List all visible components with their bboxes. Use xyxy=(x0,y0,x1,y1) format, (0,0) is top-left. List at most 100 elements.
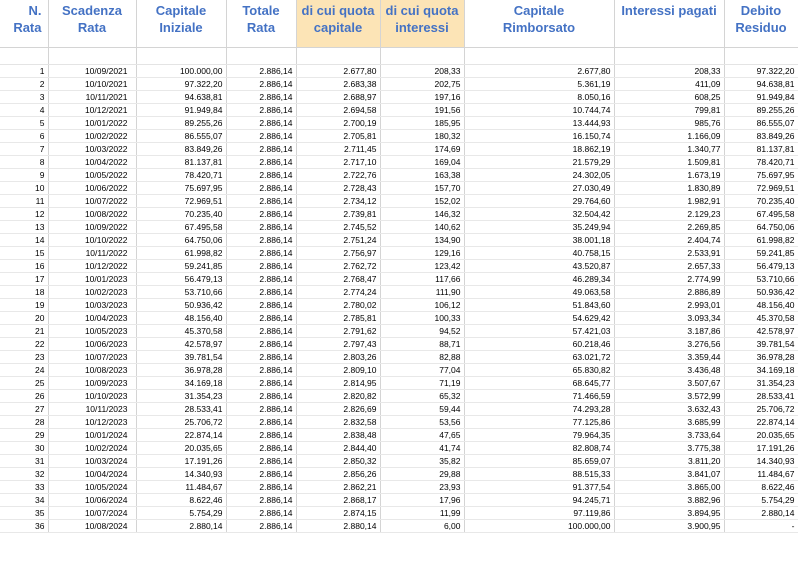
table-cell[interactable]: 22 xyxy=(0,337,49,351)
table-row[interactable]: 18 10/02/2023 53.710,66 2.886,14 2.774,24 111… xyxy=(0,285,798,299)
table-cell[interactable]: 45.370,58 xyxy=(724,311,798,325)
table-cell[interactable]: 17.191,26 xyxy=(724,441,798,455)
table-cell[interactable]: 77.125,86 xyxy=(464,415,615,429)
table-cell[interactable]: 10/12/2021 xyxy=(48,103,137,117)
table-row[interactable]: 20 10/04/2023 48.156,40 2.886,14 2.785,81 100… xyxy=(0,311,798,325)
table-cell[interactable]: 27 xyxy=(0,402,49,416)
cell[interactable] xyxy=(614,47,725,65)
table-cell[interactable]: 31 xyxy=(0,454,49,468)
table-cell[interactable]: 36.978,28 xyxy=(136,363,227,377)
table-cell[interactable]: 2.886,14 xyxy=(226,194,297,208)
table-cell[interactable]: 2.734,12 xyxy=(296,194,381,208)
table-cell[interactable]: 2.874,15 xyxy=(296,506,381,520)
table-row[interactable]: 3 10/11/2021 94.638,81 2.886,14 2.688,97 197,… xyxy=(0,90,798,104)
table-cell[interactable]: 3.733,64 xyxy=(614,428,725,442)
table-cell[interactable]: 10/10/2021 xyxy=(48,77,137,91)
table-cell[interactable]: 59.241,85 xyxy=(724,246,798,260)
table-cell[interactable]: 2.886,14 xyxy=(226,415,297,429)
table-cell[interactable]: 33 xyxy=(0,480,49,494)
table-cell[interactable]: 100.000,00 xyxy=(464,519,615,533)
table-cell[interactable]: 2.826,69 xyxy=(296,402,381,416)
table-cell[interactable]: 2.832,58 xyxy=(296,415,381,429)
table-cell[interactable]: 27.030,49 xyxy=(464,181,615,195)
table-cell[interactable]: 411,09 xyxy=(614,77,725,91)
table-row[interactable]: 36 10/08/2024 2.880,14 2.886,14 2.880,14 6,00… xyxy=(0,519,798,533)
table-cell[interactable]: 25.706,72 xyxy=(136,415,227,429)
table-cell[interactable]: 10/07/2022 xyxy=(48,194,137,208)
table-cell[interactable]: 2.677,80 xyxy=(464,64,615,78)
table-cell[interactable]: 2.717,10 xyxy=(296,155,381,169)
header-due-date[interactable]: Scadenza Rata xyxy=(48,0,137,48)
table-cell[interactable]: 15 xyxy=(0,246,49,260)
table-cell[interactable]: 2.886,89 xyxy=(614,285,725,299)
table-cell[interactable]: 65.830,82 xyxy=(464,363,615,377)
table-row[interactable]: 33 10/05/2024 11.484,67 2.886,14 2.862,21 23,… xyxy=(0,480,798,494)
table-row[interactable]: 14 10/10/2022 64.750,06 2.886,14 2.751,24 134… xyxy=(0,233,798,247)
table-cell[interactable]: 2.762,72 xyxy=(296,259,381,273)
table-cell[interactable]: 2.886,14 xyxy=(226,142,297,156)
table-cell[interactable]: 13.444,93 xyxy=(464,116,615,130)
table-cell[interactable]: 123,42 xyxy=(380,259,465,273)
table-cell[interactable]: 2.728,43 xyxy=(296,181,381,195)
table-cell[interactable]: 3.572,99 xyxy=(614,389,725,403)
table-cell[interactable]: 1.673,19 xyxy=(614,168,725,182)
table-cell[interactable]: 10/05/2024 xyxy=(48,480,137,494)
table-cell[interactable]: 23,93 xyxy=(380,480,465,494)
table-cell[interactable]: 21.579,29 xyxy=(464,155,615,169)
table-cell[interactable]: 19 xyxy=(0,298,49,312)
table-cell[interactable]: 10 xyxy=(0,181,49,195)
table-cell[interactable]: 2.797,43 xyxy=(296,337,381,351)
table-cell[interactable]: 10/06/2024 xyxy=(48,493,137,507)
table-cell[interactable]: 100,33 xyxy=(380,311,465,325)
table-cell[interactable]: 185,95 xyxy=(380,116,465,130)
table-cell[interactable]: 11.484,67 xyxy=(724,467,798,481)
table-cell[interactable]: 10/10/2023 xyxy=(48,389,137,403)
table-cell[interactable]: 10/11/2023 xyxy=(48,402,137,416)
table-cell[interactable]: 72.969,51 xyxy=(724,181,798,195)
table-cell[interactable]: 65,32 xyxy=(380,389,465,403)
table-cell[interactable]: 10/04/2024 xyxy=(48,467,137,481)
table-cell[interactable]: 10/01/2022 xyxy=(48,116,137,130)
table-cell[interactable]: 23 xyxy=(0,350,49,364)
table-cell[interactable]: 10/09/2023 xyxy=(48,376,137,390)
table-row[interactable]: 13 10/09/2022 67.495,58 2.886,14 2.745,52 140… xyxy=(0,220,798,234)
table-cell[interactable]: 8 xyxy=(0,155,49,169)
table-cell[interactable]: 16.150,74 xyxy=(464,129,615,143)
table-cell[interactable]: 140,62 xyxy=(380,220,465,234)
table-cell[interactable]: 30 xyxy=(0,441,49,455)
table-row[interactable]: 8 10/04/2022 81.137,81 2.886,14 2.717,10 169,… xyxy=(0,155,798,169)
table-cell[interactable]: 11 xyxy=(0,194,49,208)
table-cell[interactable]: 47,65 xyxy=(380,428,465,442)
table-cell[interactable]: 163,38 xyxy=(380,168,465,182)
table-cell[interactable]: 2 xyxy=(0,77,49,91)
table-cell[interactable]: 17 xyxy=(0,272,49,286)
table-cell[interactable]: 2.694,58 xyxy=(296,103,381,117)
table-cell[interactable]: 208,33 xyxy=(380,64,465,78)
table-cell[interactable]: 40.758,15 xyxy=(464,246,615,260)
table-cell[interactable]: 29.764,60 xyxy=(464,194,615,208)
table-cell[interactable]: 10/05/2023 xyxy=(48,324,137,338)
table-cell[interactable]: 2.886,14 xyxy=(226,402,297,416)
table-cell[interactable]: 608,25 xyxy=(614,90,725,104)
table-cell[interactable]: 86.555,07 xyxy=(724,116,798,130)
table-cell[interactable]: 50.936,42 xyxy=(136,298,227,312)
table-cell[interactable]: 61.998,82 xyxy=(724,233,798,247)
table-cell[interactable]: 10/10/2022 xyxy=(48,233,137,247)
table-cell[interactable]: 10/11/2021 xyxy=(48,90,137,104)
table-cell[interactable]: 60.218,46 xyxy=(464,337,615,351)
table-cell[interactable]: 2.886,14 xyxy=(226,181,297,195)
table-cell[interactable]: 2.886,14 xyxy=(226,454,297,468)
table-cell[interactable]: 50.936,42 xyxy=(724,285,798,299)
table-cell[interactable]: 41,74 xyxy=(380,441,465,455)
table-cell[interactable]: 28.533,41 xyxy=(724,389,798,403)
table-cell[interactable]: 129,16 xyxy=(380,246,465,260)
table-cell[interactable]: 28 xyxy=(0,415,49,429)
table-row[interactable]: 15 10/11/2022 61.998,82 2.886,14 2.756,97 129… xyxy=(0,246,798,260)
table-cell[interactable]: 2.886,14 xyxy=(226,220,297,234)
table-cell[interactable]: 2.886,14 xyxy=(226,285,297,299)
table-cell[interactable]: 94.638,81 xyxy=(136,90,227,104)
header-rata-number[interactable]: N. Rata xyxy=(0,0,49,48)
table-cell[interactable]: 10/08/2022 xyxy=(48,207,137,221)
table-cell[interactable]: 174,69 xyxy=(380,142,465,156)
table-cell[interactable]: 180,32 xyxy=(380,129,465,143)
